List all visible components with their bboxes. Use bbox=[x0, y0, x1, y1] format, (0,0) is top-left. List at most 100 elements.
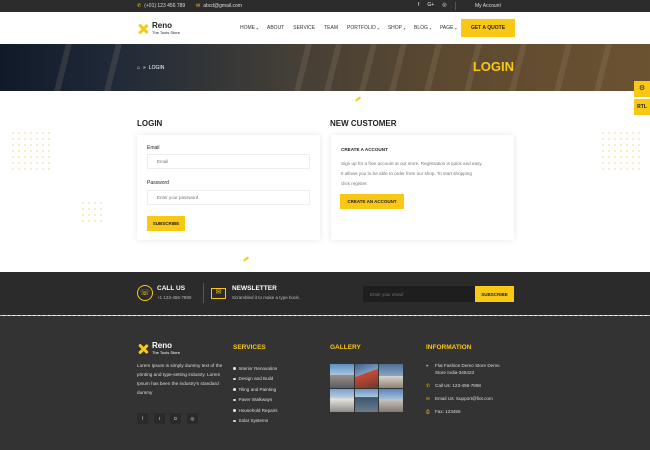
nav-home[interactable]: HOME ▾ bbox=[240, 25, 258, 31]
mail-icon: ✉ bbox=[426, 396, 430, 401]
footer-phone[interactable]: Call Us: 123-456-7898 bbox=[435, 382, 481, 389]
gallery-image[interactable] bbox=[379, 388, 403, 412]
password-label: Password bbox=[147, 180, 169, 186]
services-title: SERVICES bbox=[233, 344, 266, 351]
phone-icon: ✆ bbox=[426, 383, 430, 388]
chevron-down-icon: ▾ bbox=[454, 25, 457, 31]
new-customer-text-line-3: click register. bbox=[341, 181, 368, 186]
login-section-title: LOGIN bbox=[137, 119, 163, 128]
header: Reno The Tools Store HOME ▾ ABOUT SERVICE… bbox=[0, 12, 650, 44]
call-us-number: +1 123-456-7890 bbox=[157, 295, 192, 300]
footer-twitter-icon[interactable]: t bbox=[154, 413, 165, 424]
gallery-grid bbox=[330, 364, 404, 412]
newsletter-email-input[interactable] bbox=[363, 286, 475, 302]
divider bbox=[454, 2, 456, 10]
topbar-email[interactable]: ✉ abcd@gmail.com bbox=[196, 3, 242, 9]
gallery-image[interactable] bbox=[354, 388, 378, 412]
footer-logo[interactable]: Reno The Tools Store bbox=[137, 342, 180, 355]
mail-icon: ✉ bbox=[196, 3, 201, 9]
breadcrumb: ⌂ » LOGIN bbox=[137, 65, 164, 71]
fax-icon: ⎙ bbox=[426, 409, 430, 414]
home-icon[interactable]: ⌂ bbox=[137, 65, 140, 71]
footer-logo-tagline: The Tools Store bbox=[152, 350, 180, 355]
newsletter-text: Scrambled it to make a type book. bbox=[232, 295, 301, 300]
chevron-down-icon: ▾ bbox=[376, 25, 379, 31]
call-us-title: CALL US bbox=[157, 285, 186, 292]
newsletter-subscribe-button[interactable]: SUBSCRIBE bbox=[475, 286, 514, 302]
service-link[interactable]: Interior Renovation bbox=[233, 363, 278, 374]
chevron-down-icon: ▾ bbox=[256, 25, 259, 31]
footer-email[interactable]: Email Us: Support@fiot.com bbox=[435, 395, 493, 402]
footer-instagram-icon[interactable]: ◎ bbox=[187, 413, 198, 424]
nav-team[interactable]: TEAM bbox=[324, 25, 338, 31]
rtl-toggle[interactable]: RTL bbox=[634, 99, 650, 115]
chevron-down-icon: ▾ bbox=[428, 25, 431, 31]
headset-icon: ☏ bbox=[137, 285, 153, 301]
nav-blog[interactable]: BLOG ▾ bbox=[414, 25, 431, 31]
footer-about-text: Lorem Ipsum is simply dummy text of the … bbox=[137, 363, 223, 395]
gallery-title: GALLERY bbox=[330, 344, 361, 351]
page-banner: ⌂ » LOGIN LOGIN bbox=[0, 44, 650, 91]
top-bar: ✆ (+01) 123 456 789 ✉ abcd@gmail.com f G… bbox=[0, 0, 650, 12]
service-link[interactable]: Design and Build bbox=[233, 374, 278, 385]
nav-portfolio[interactable]: PORTFOLIO ▾ bbox=[347, 25, 379, 31]
page-title: LOGIN bbox=[472, 59, 514, 74]
nav-about[interactable]: ABOUT bbox=[267, 25, 284, 31]
decorative-dots bbox=[10, 130, 50, 170]
gallery-image[interactable] bbox=[379, 364, 403, 388]
topbar-email-text: abcd@gmail.com bbox=[203, 3, 242, 9]
service-link[interactable]: Solar Systems bbox=[233, 416, 278, 427]
nav-shop[interactable]: SHOP ▾ bbox=[388, 25, 405, 31]
email-field[interactable] bbox=[147, 154, 310, 169]
logo-name: Reno bbox=[152, 21, 172, 30]
breadcrumb-current: LOGIN bbox=[148, 65, 165, 71]
main-nav: HOME ▾ ABOUT SERVICE TEAM PORTFOLIO ▾ SHOP… bbox=[240, 25, 457, 31]
new-customer-text-line-1: Sign up for a free account at our store.… bbox=[341, 161, 483, 166]
decorative-dots bbox=[600, 130, 640, 170]
instagram-icon[interactable]: ◎ bbox=[442, 2, 446, 10]
address-line-1: Flat Fashion Demo Store Demo bbox=[435, 363, 500, 368]
logo-tools-icon bbox=[137, 23, 149, 35]
address-line-2: Store India-345423 bbox=[435, 370, 475, 375]
envelope-icon: ✉ bbox=[211, 288, 226, 299]
email-label: Email bbox=[147, 145, 160, 151]
service-link[interactable]: Paver Walkways bbox=[233, 395, 278, 406]
topbar-phone-text: (+01) 123 456 789 bbox=[144, 3, 186, 9]
nav-page[interactable]: PAGE ▾ bbox=[440, 25, 457, 31]
my-account-link[interactable]: My Account bbox=[475, 3, 501, 9]
password-field[interactable] bbox=[147, 190, 310, 205]
service-link[interactable]: Household Repairs bbox=[233, 405, 278, 416]
new-customer-section-title: NEW CUSTOMER bbox=[330, 119, 397, 128]
footer bbox=[0, 316, 650, 450]
create-account-button[interactable]: CREATE AN ACCOUNT bbox=[340, 194, 404, 209]
login-submit-button[interactable]: SUBSCRIBE bbox=[147, 216, 185, 231]
footer-information: ⌖ Flat Fashion Demo Store Demo Store Ind… bbox=[426, 362, 500, 420]
new-customer-text-line-2: It allows you to be able to order from o… bbox=[341, 171, 472, 176]
footer-facebook-icon[interactable]: f bbox=[137, 413, 148, 424]
logo[interactable]: Reno The Tools Store bbox=[137, 22, 180, 35]
nav-service[interactable]: SERVICE bbox=[293, 25, 315, 31]
gallery-image[interactable] bbox=[330, 388, 354, 412]
footer-google-plus-icon[interactable]: G bbox=[170, 413, 181, 424]
decorative-pen-icon bbox=[242, 256, 250, 262]
footer-logo-name: Reno bbox=[152, 341, 172, 350]
gallery-image[interactable] bbox=[330, 364, 354, 388]
topbar-socials: f G+ ◎ bbox=[418, 2, 456, 10]
divider bbox=[203, 283, 204, 303]
decorative-dots bbox=[80, 200, 105, 225]
google-plus-icon[interactable]: G+ bbox=[427, 2, 434, 10]
footer-fax: Fax: 123456 bbox=[435, 409, 461, 414]
newsletter-title: NEWSLETTER bbox=[232, 285, 277, 292]
logo-tagline: The Tools Store bbox=[152, 30, 180, 35]
topbar-phone[interactable]: ✆ (+01) 123 456 789 bbox=[137, 3, 185, 9]
contact-strip bbox=[0, 272, 650, 316]
cart-icon[interactable]: ⚙ bbox=[634, 81, 650, 97]
decorative-pen-icon bbox=[354, 96, 362, 102]
gallery-image[interactable] bbox=[354, 364, 378, 388]
location-icon: ⌖ bbox=[426, 363, 429, 368]
get-a-quote-button[interactable]: GET A QUOTE bbox=[461, 19, 515, 37]
facebook-icon[interactable]: f bbox=[418, 2, 419, 10]
services-list: Interior Renovation Design and Build Til… bbox=[233, 363, 278, 426]
my-account-label: My Account bbox=[475, 3, 501, 9]
service-link[interactable]: Tiling and Painting bbox=[233, 384, 278, 395]
